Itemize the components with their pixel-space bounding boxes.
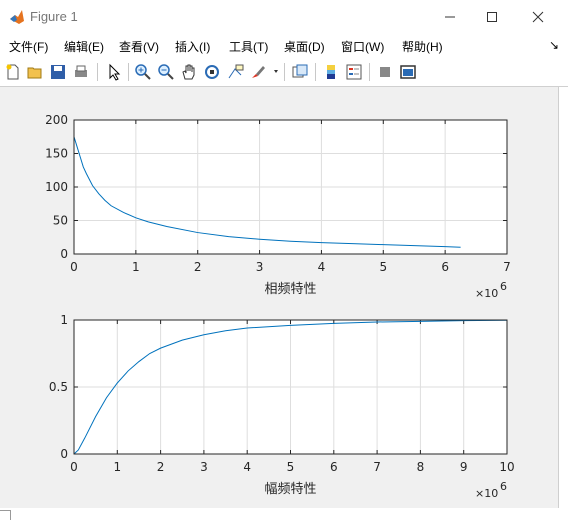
open-file-icon[interactable] bbox=[26, 63, 44, 81]
menu-bar: 文件(F) 编辑(E) 查看(V) 插入(I) 工具(T) 桌面(D) 窗口(W… bbox=[0, 34, 568, 58]
x-exponent-label: ×10 bbox=[475, 287, 498, 300]
x-axis-label: 幅频特性 bbox=[264, 482, 316, 497]
figure-canvas[interactable]: 0 1 2 3 4 5 6 7 0 50 100 150 200 相频特性 ×10 6 0 1 2 3 4 5 6 7 8 9 10… bbox=[0, 87, 558, 508]
menu-insert[interactable]: 插入(I) bbox=[175, 38, 210, 55]
x-tick-label: 1 bbox=[113, 460, 121, 474]
x-tick-label: 3 bbox=[200, 460, 208, 474]
link-plot-icon[interactable] bbox=[291, 63, 309, 81]
plot-area[interactable]: 0 1 2 3 4 5 6 7050100150200相频特性 ×1060 1 2 3 4 5 6 7 8 9 10… bbox=[0, 87, 558, 508]
menu-overflow-arrow[interactable]: ↘ bbox=[549, 38, 559, 52]
x-tick-label: 6 bbox=[330, 460, 338, 474]
print-icon[interactable] bbox=[72, 63, 90, 81]
y-tick-label: 0 bbox=[60, 447, 68, 461]
brush-dropdown-icon[interactable] bbox=[270, 63, 288, 81]
show-plot-tools-icon[interactable] bbox=[399, 63, 417, 81]
status-bar bbox=[0, 508, 568, 521]
legend-icon[interactable] bbox=[345, 63, 363, 81]
y-tick-label: 1 bbox=[60, 313, 68, 327]
figure-toolbar bbox=[0, 58, 568, 87]
save-icon[interactable] bbox=[49, 63, 67, 81]
x-tick-label: 5 bbox=[379, 260, 387, 274]
x-tick-label: 0 bbox=[70, 260, 78, 274]
resize-grip-icon[interactable] bbox=[0, 510, 11, 520]
x-tick-label: 3 bbox=[256, 260, 264, 274]
maximize-button[interactable] bbox=[470, 4, 514, 30]
x-tick-label: 7 bbox=[373, 460, 381, 474]
x-tick-label: 5 bbox=[287, 460, 295, 474]
menu-tools[interactable]: 工具(T) bbox=[229, 38, 268, 55]
y-tick-label: 0.5 bbox=[49, 380, 68, 394]
close-button[interactable] bbox=[516, 4, 560, 30]
x-axis-label: 相频特性 bbox=[264, 282, 316, 297]
toolbar-separator bbox=[315, 63, 316, 81]
pan-hand-icon[interactable] bbox=[180, 63, 198, 81]
colorbar-icon[interactable] bbox=[322, 63, 340, 81]
minimize-icon bbox=[445, 16, 455, 18]
x-tick-label: 7 bbox=[503, 260, 511, 274]
title-bar: Figure 1 bbox=[0, 0, 568, 34]
brush-icon[interactable] bbox=[249, 63, 267, 81]
x-tick-label: 8 bbox=[417, 460, 425, 474]
x-tick-label: 2 bbox=[157, 460, 165, 474]
hide-plot-tools-icon[interactable] bbox=[376, 63, 394, 81]
matlab-logo-icon bbox=[10, 10, 24, 24]
maximize-icon bbox=[487, 12, 497, 22]
y-tick-label: 100 bbox=[45, 180, 68, 194]
x-tick-label: 4 bbox=[318, 260, 326, 274]
x-tick-label: 4 bbox=[243, 460, 251, 474]
y-tick-label: 150 bbox=[45, 147, 68, 161]
x-tick-label: 9 bbox=[460, 460, 468, 474]
toolbar-separator bbox=[284, 63, 285, 81]
toolbar-separator bbox=[128, 63, 129, 81]
menu-view[interactable]: 查看(V) bbox=[119, 38, 159, 55]
minimize-button[interactable] bbox=[428, 4, 472, 30]
zoom-in-icon[interactable] bbox=[134, 63, 152, 81]
x-exponent-power: 6 bbox=[500, 280, 507, 293]
x-exponent-power: 6 bbox=[500, 480, 507, 493]
menu-file[interactable]: 文件(F) bbox=[9, 38, 48, 55]
x-tick-label: 10 bbox=[499, 460, 514, 474]
menu-help[interactable]: 帮助(H) bbox=[402, 38, 443, 55]
toolbar-separator bbox=[97, 63, 98, 81]
x-tick-label: 1 bbox=[132, 260, 140, 274]
x-tick-label: 0 bbox=[70, 460, 78, 474]
toolbar-separator bbox=[369, 63, 370, 81]
data-cursor-icon[interactable] bbox=[226, 63, 244, 81]
y-tick-label: 200 bbox=[45, 113, 68, 127]
y-tick-label: 0 bbox=[60, 247, 68, 261]
menu-window[interactable]: 窗口(W) bbox=[341, 38, 384, 55]
rotate-3d-icon[interactable] bbox=[203, 63, 221, 81]
x-tick-label: 6 bbox=[441, 260, 449, 274]
menu-desktop[interactable]: 桌面(D) bbox=[284, 38, 325, 55]
pointer-icon[interactable] bbox=[105, 63, 123, 81]
menu-edit[interactable]: 编辑(E) bbox=[64, 38, 104, 55]
window-scroll-gap bbox=[558, 87, 568, 508]
close-icon bbox=[532, 11, 544, 23]
new-figure-icon[interactable] bbox=[4, 63, 22, 81]
zoom-out-icon[interactable] bbox=[157, 63, 175, 81]
x-exponent-label: ×10 bbox=[475, 487, 498, 500]
window-title: Figure 1 bbox=[30, 9, 78, 24]
y-tick-label: 50 bbox=[53, 214, 68, 228]
x-tick-label: 2 bbox=[194, 260, 202, 274]
